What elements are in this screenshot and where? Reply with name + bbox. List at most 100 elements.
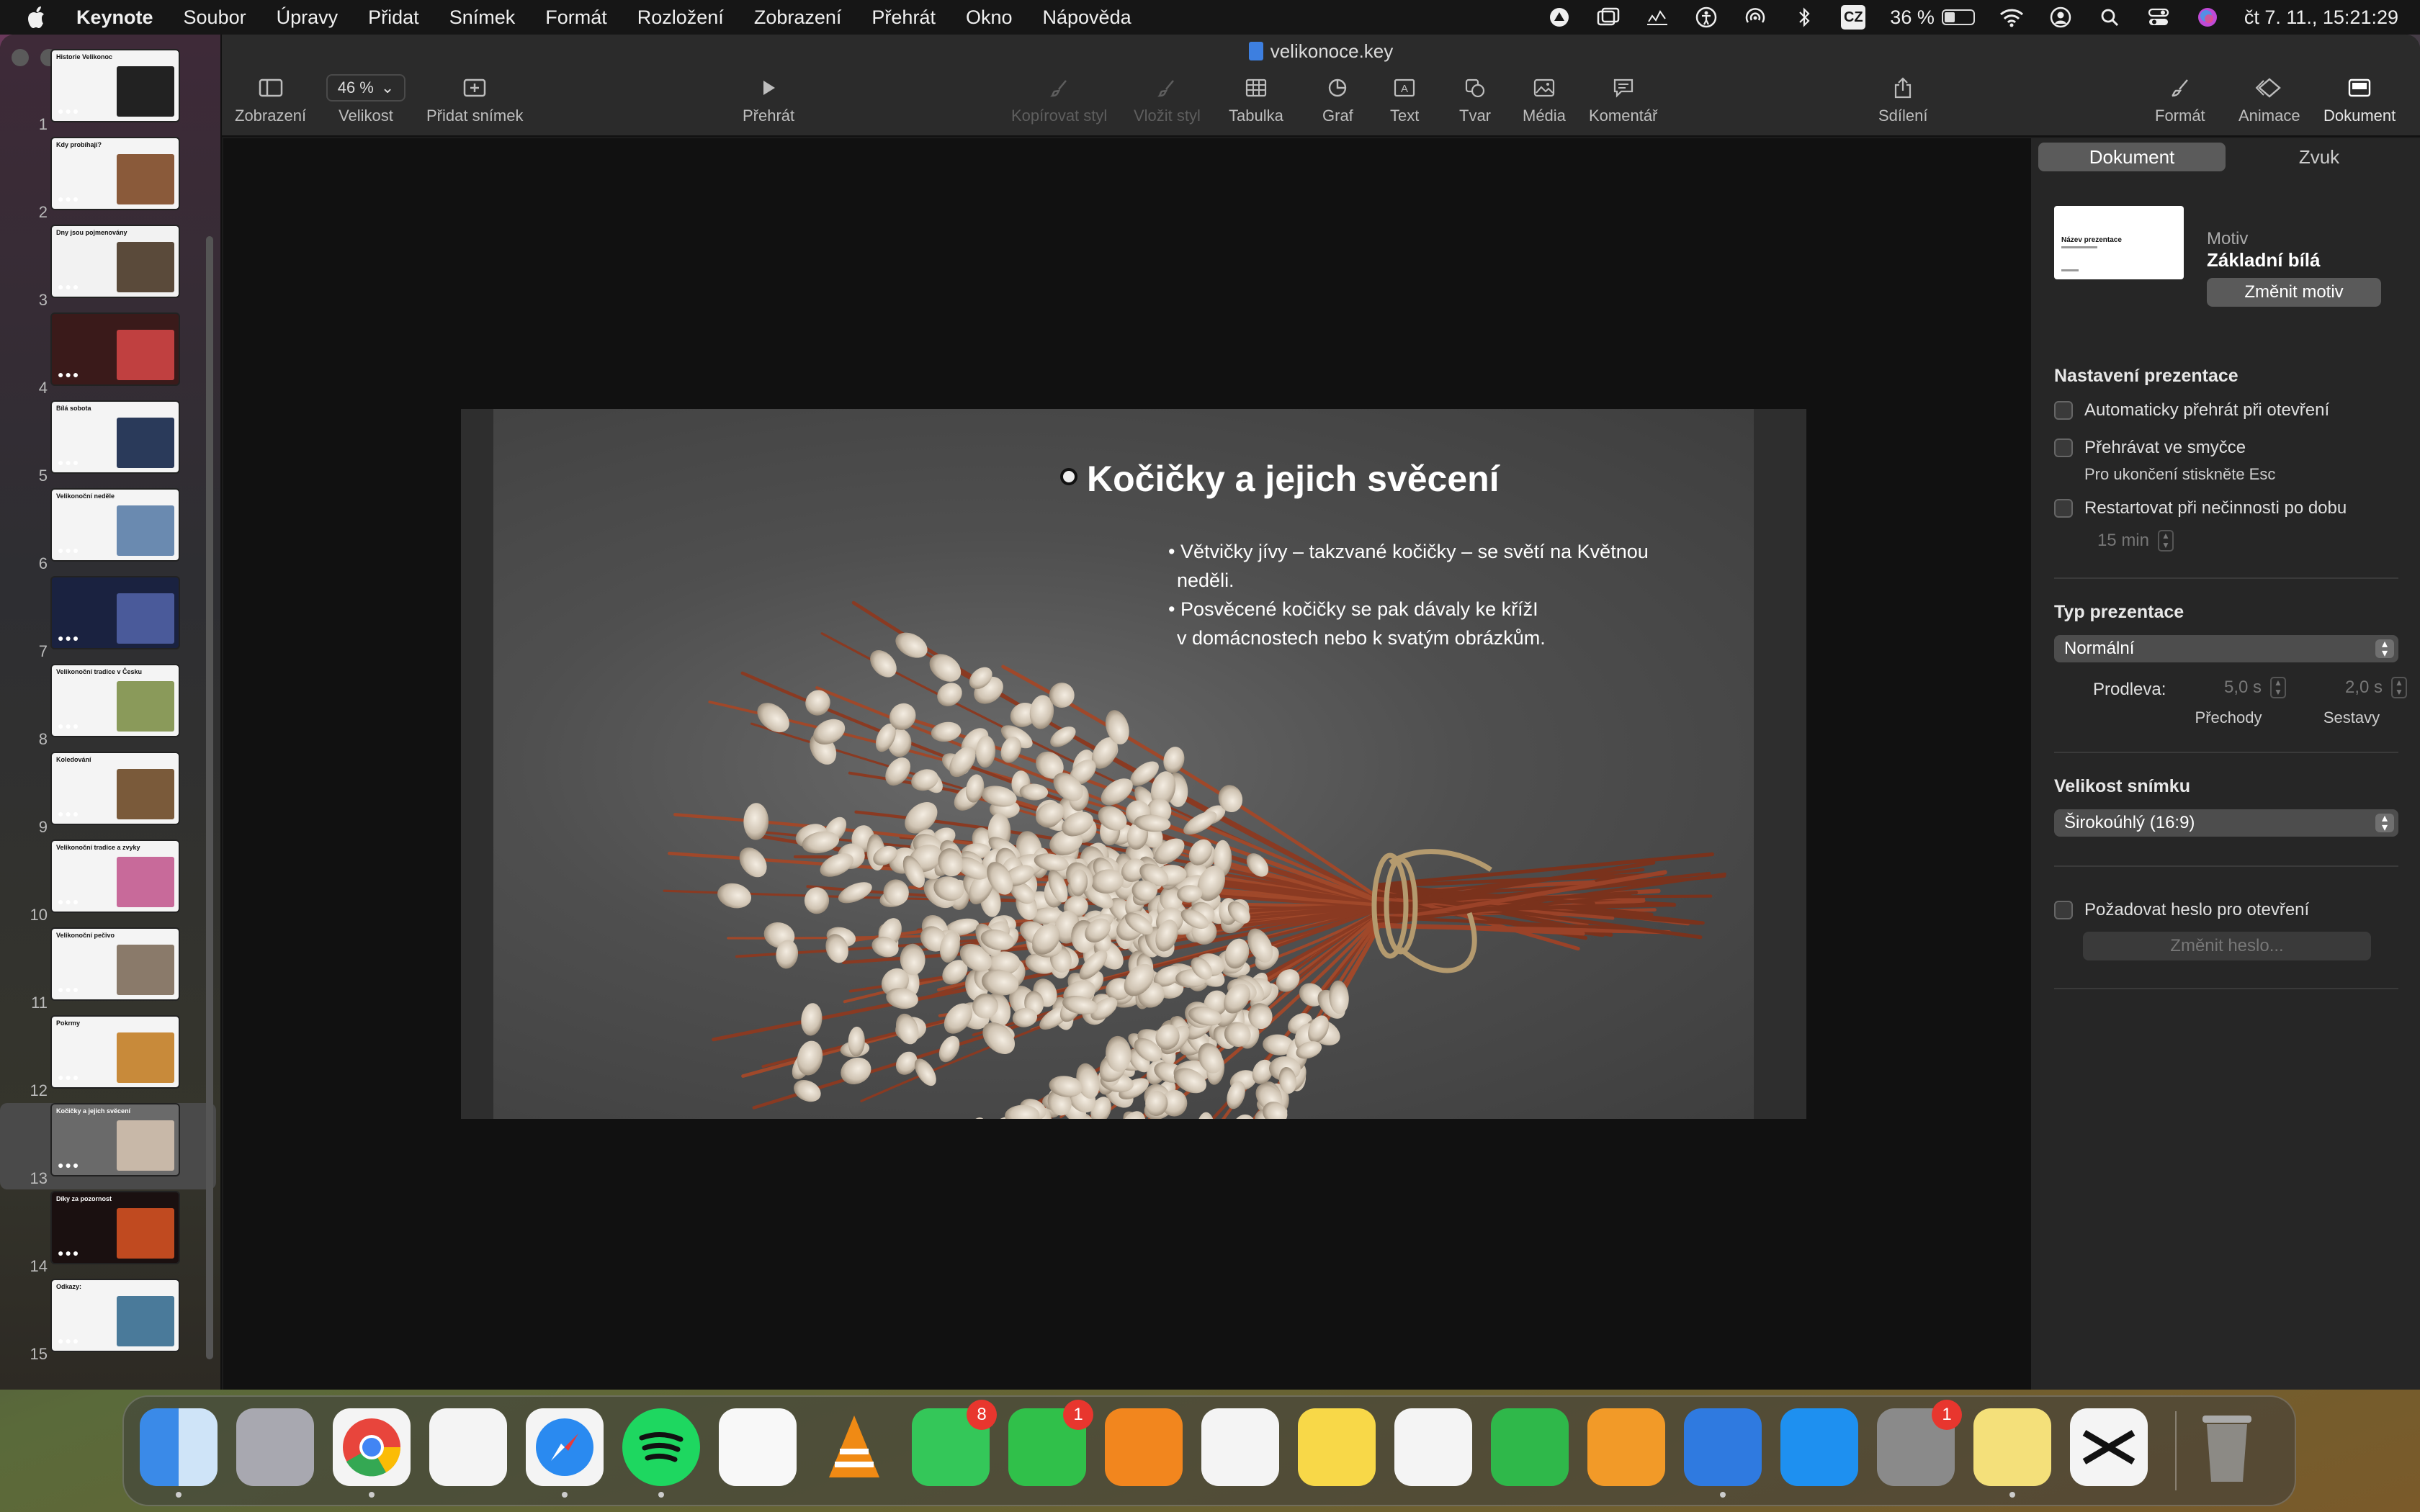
tab-audio[interactable]: Zvuk [2226, 143, 2413, 171]
animate-button[interactable]: Animace [2238, 73, 2300, 125]
view-button[interactable]: Zobrazení [235, 73, 306, 125]
play-button[interactable]: Přehrát [743, 73, 794, 125]
slide-thumbnail-2[interactable]: Kdy probíhají? ●●● 2 [0, 137, 216, 223]
change-password-button[interactable]: Změnit heslo... [2083, 932, 2371, 960]
creative-cloud-icon[interactable] [1547, 5, 1572, 30]
dock-messages-icon[interactable]: 8 [912, 1400, 997, 1486]
dock-keynote-icon[interactable] [1684, 1408, 1762, 1498]
stepper-arrows-icon[interactable]: ▲ ▼ [2391, 677, 2407, 698]
control-center-icon[interactable] [2146, 5, 2171, 30]
stepper-arrows-icon[interactable]: ▲ ▼ [2158, 530, 2174, 552]
dock-freeform-icon[interactable] [1394, 1408, 1472, 1486]
auto-play-option[interactable]: Automaticky přehrát při otevření [2054, 400, 2329, 420]
add-slide-button[interactable]: Přidat snímek [426, 73, 524, 125]
dock-stickies-icon[interactable] [1973, 1408, 2051, 1498]
wifi-icon[interactable] [1999, 5, 2024, 30]
dock-trash-icon[interactable] [2188, 1408, 2266, 1486]
slide-thumbnail-12[interactable]: Pokrmy ●●● 12 [0, 1015, 216, 1102]
menu-pridat[interactable]: Přidat [368, 6, 419, 29]
apple-menu-icon[interactable] [26, 6, 48, 29]
loop-option[interactable]: Přehrávat ve smyčce [2054, 438, 2246, 458]
presentation-type-select[interactable]: Normální ▴ ▾ [2054, 635, 2398, 662]
zoom-control[interactable]: 46 % ⌄ Velikost [326, 73, 405, 125]
document-button[interactable]: Dokument [2323, 73, 2396, 125]
battery-indicator[interactable]: 36 % [1890, 6, 1975, 29]
tab-document[interactable]: Dokument [2038, 143, 2226, 171]
dock-facetime-icon[interactable]: 1 [1008, 1400, 1093, 1486]
format-button[interactable]: Formát [2155, 73, 2205, 125]
dock-system-settings-icon[interactable]: 1 [1877, 1400, 1962, 1486]
dock-pages-icon[interactable] [1587, 1408, 1665, 1486]
menu-snimek[interactable]: Snímek [449, 6, 516, 29]
restart-option[interactable]: Restartovat při nečinnosti po dobu [2054, 498, 2347, 518]
dock-photos-icon[interactable] [719, 1408, 797, 1486]
builds-delay-stepper[interactable]: 2,0 s ▲ ▼ [2312, 675, 2411, 700]
media-button[interactable]: Média [1523, 73, 1566, 125]
text-button[interactable]: A Text [1390, 73, 1419, 125]
menu-okno[interactable]: Okno [966, 6, 1013, 29]
window-icon[interactable] [1596, 5, 1621, 30]
accessibility-icon[interactable] [1694, 5, 1718, 30]
text-selection-handle[interactable] [1060, 468, 1077, 485]
change-theme-button[interactable]: Změnit motiv [2207, 278, 2381, 307]
comment-button[interactable]: Komentář [1589, 73, 1657, 125]
password-checkbox[interactable] [2054, 901, 2073, 919]
menu-app-keynote[interactable]: Keynote [76, 6, 153, 29]
dock-capcut-icon[interactable] [2070, 1408, 2148, 1486]
slide-thumbnail-5[interactable]: Bílá sobota ●●● 5 [0, 400, 216, 487]
current-slide[interactable]: Kočičky a jejich svěcení • Větvičky jívy… [461, 409, 1806, 1119]
slide-thumbnail-14[interactable]: Díky za pozornost ●●● 14 [0, 1191, 216, 1277]
slide-thumbnail-10[interactable]: Velikonoční tradice a zvyky ●●● 10 [0, 840, 216, 926]
dock-numbers-icon[interactable] [1491, 1408, 1569, 1486]
slide-thumbnail-4[interactable]: ●●● 4 [0, 312, 216, 399]
slide-thumbnail-8[interactable]: Velikonoční tradice v Česku ●●● 8 [0, 664, 216, 750]
paste-style-button[interactable]: Vložit styl [1134, 73, 1201, 125]
spotlight-search-icon[interactable] [2097, 5, 2122, 30]
menu-upravy[interactable]: Úpravy [277, 6, 339, 29]
slide-size-select[interactable]: Širokoúhlý (16:9) ▴ ▾ [2054, 809, 2398, 837]
menu-soubor[interactable]: Soubor [184, 6, 246, 29]
slide-thumbnail-6[interactable]: Velikonoční neděle ●●● 6 [0, 488, 216, 575]
slide-thumbnail-7[interactable]: ●●● 7 [0, 576, 216, 662]
dock-reminders-icon[interactable] [1201, 1408, 1279, 1486]
restart-duration-stepper[interactable]: 15 min ▲ ▼ [2084, 528, 2178, 553]
siri-icon[interactable] [2195, 5, 2220, 30]
activity-icon[interactable] [1645, 5, 1670, 30]
menu-format[interactable]: Formát [545, 6, 607, 29]
slide-thumbnail-3[interactable]: Dny jsou pojmenovány ●●● 3 [0, 225, 216, 311]
navigator-scrollbar[interactable] [206, 236, 213, 1359]
slide-thumbnail-9[interactable]: Koledování ●●● 9 [0, 752, 216, 838]
slide-thumbnail-11[interactable]: Velikonoční pečivo ●●● 11 [0, 927, 216, 1014]
table-button[interactable]: Tabulka [1229, 73, 1283, 125]
menu-clock[interactable]: čt 7. 11., 15:21:29 [2244, 6, 2398, 29]
zoom-dropdown[interactable]: 46 % ⌄ [326, 74, 405, 102]
bluetooth-icon[interactable] [1792, 5, 1816, 30]
dock-chrome-icon[interactable] [333, 1408, 411, 1498]
restart-checkbox[interactable] [2054, 499, 2073, 518]
user-icon[interactable] [2048, 5, 2073, 30]
password-option[interactable]: Požadovat heslo pro otevření [2054, 900, 2309, 920]
dock-notes-icon[interactable] [1298, 1408, 1376, 1486]
slide-body-text[interactable]: • Větvičky jívy – takzvané kočičky – se … [1168, 537, 1672, 652]
shape-button[interactable]: Tvar [1459, 73, 1491, 125]
menu-prehrat[interactable]: Přehrát [871, 6, 936, 29]
dock-vlc-icon[interactable] [815, 1408, 893, 1486]
share-button[interactable]: Sdílení [1878, 73, 1928, 125]
menu-napoveda[interactable]: Nápověda [1043, 6, 1131, 29]
input-source-badge[interactable]: CZ [1841, 5, 1866, 30]
dock-finder-icon[interactable] [140, 1408, 218, 1498]
slide-title[interactable]: Kočičky a jejich svěcení [1087, 458, 1500, 500]
dock-spotify-icon[interactable] [622, 1408, 700, 1498]
copy-style-button[interactable]: Kopírovat styl [1011, 73, 1107, 125]
dock-safari-icon[interactable] [526, 1408, 604, 1498]
menu-rozlozeni[interactable]: Rozložení [637, 6, 724, 29]
transitions-delay-stepper[interactable]: 5,0 s ▲ ▼ [2190, 675, 2290, 700]
slide-thumbnail-1[interactable]: Historie Velikonoc ●●● 1 [0, 49, 216, 135]
stepper-arrows-icon[interactable]: ▲ ▼ [2270, 677, 2286, 698]
slide-thumbnail-15[interactable]: Odkazy: ●●● 15 [0, 1279, 216, 1365]
menu-zobrazeni[interactable]: Zobrazení [754, 6, 842, 29]
chart-button[interactable]: Graf [1322, 73, 1353, 125]
dock-launchpad-icon[interactable] [236, 1408, 314, 1486]
slide-thumbnail-13[interactable]: Kočičky a jejich svěcení ●●● 13 [0, 1103, 216, 1189]
theme-thumbnail[interactable]: Název prezentace [2054, 206, 2184, 279]
